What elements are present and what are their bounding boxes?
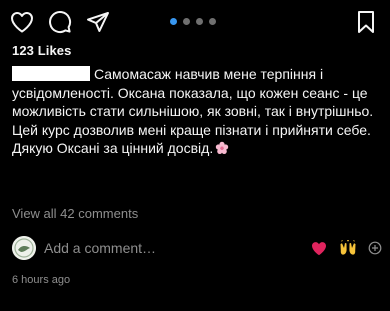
carousel-indicator	[170, 18, 216, 25]
share-button[interactable]	[84, 8, 112, 36]
carousel-dot-1	[170, 18, 177, 25]
more-emoji-button[interactable]	[366, 239, 384, 257]
carousel-dot-3	[196, 18, 203, 25]
carousel-dot-4	[209, 18, 216, 25]
post-action-bar	[0, 0, 390, 44]
quick-heart-emoji[interactable]	[310, 239, 328, 257]
raising-hands-icon	[340, 240, 356, 255]
heart-outline-icon	[11, 12, 33, 33]
likes-count[interactable]: 123 Likes	[12, 43, 71, 58]
comment-bubble-icon	[49, 11, 72, 33]
comment-button[interactable]	[46, 8, 74, 36]
carousel-dot-2	[183, 18, 190, 25]
plus-circle-icon	[368, 241, 382, 255]
username-redacted[interactable]	[12, 66, 90, 81]
add-comment-row	[0, 232, 390, 264]
save-button[interactable]	[352, 8, 380, 36]
bookmark-icon	[358, 11, 374, 33]
post-caption: Самомасаж навчив мене терпіння і усвідом…	[12, 65, 380, 160]
red-heart-icon	[312, 241, 326, 255]
post-footer: 123 Likes Самомасаж навчив мене терпіння…	[0, 0, 390, 311]
avatar-image	[12, 236, 36, 260]
paper-plane-icon	[87, 12, 109, 32]
avatar[interactable]	[12, 236, 36, 260]
post-timestamp: 6 hours ago	[12, 274, 71, 286]
view-all-comments-link[interactable]: View all 42 comments	[12, 206, 138, 221]
add-comment-input[interactable]	[44, 238, 284, 258]
cherry-blossom-emoji	[215, 141, 229, 160]
like-button[interactable]	[8, 8, 36, 36]
quick-raising-hands-emoji[interactable]	[339, 239, 357, 257]
